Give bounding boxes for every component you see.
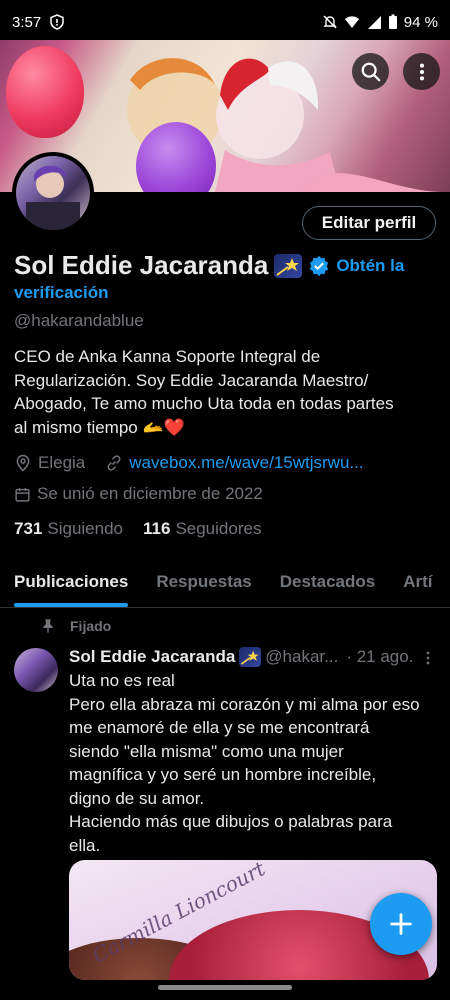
followers-label: Seguidores [175, 519, 262, 538]
post-author-handle[interactable]: @hakar... [265, 647, 338, 667]
profile-tabs: Publicaciones Respuestas Destacados Artí [0, 560, 450, 608]
pinned-label: Fijado [70, 618, 112, 634]
shooting-star-emoji-icon [239, 647, 262, 667]
plus-icon [390, 913, 412, 935]
profile-avatar[interactable] [12, 152, 94, 234]
more-vertical-icon[interactable] [418, 648, 438, 668]
bio-emojis: 🫴❤️ [142, 417, 185, 437]
verified-badge-icon[interactable] [308, 255, 330, 277]
calendar-icon [15, 487, 30, 502]
profile-handle: @hakarandablue [14, 311, 144, 330]
get-verified-link-cont[interactable]: verificación [14, 283, 109, 303]
avatar-image [16, 156, 90, 230]
tab-destacados[interactable]: Destacados [266, 560, 389, 607]
compose-post-button[interactable] [370, 893, 432, 955]
post-author-avatar[interactable] [14, 648, 58, 692]
more-options-button[interactable] [403, 53, 440, 90]
pin-icon [43, 619, 53, 633]
home-indicator[interactable] [158, 985, 292, 990]
more-vertical-icon [419, 63, 424, 80]
mute-bell-icon [323, 15, 337, 29]
following-label: Siguiendo [47, 519, 123, 538]
search-icon [361, 62, 380, 81]
display-name: Sol Eddie Jacaranda [14, 250, 269, 280]
profile-meta-row: Elegia wavebox.me/wave/15wtjsrwu... [14, 453, 364, 473]
profile-website-link[interactable]: wavebox.me/wave/15wtjsrwu... [129, 453, 363, 473]
profile-joined-row: Se unió en diciembre de 2022 [14, 484, 263, 504]
post-header: Sol Eddie Jacaranda @hakar... · 21 ago. [69, 647, 413, 667]
pinned-indicator: Fijado [40, 618, 111, 634]
location-pin-icon [16, 454, 30, 472]
post-author-name[interactable]: Sol Eddie Jacaranda [69, 647, 235, 667]
shooting-star-emoji-icon [274, 253, 303, 278]
get-verified-link[interactable]: Obtén la [336, 256, 404, 276]
search-button[interactable] [352, 53, 389, 90]
tab-respuestas[interactable]: Respuestas [142, 560, 265, 607]
bio-text: CEO de Anka Kanna Soporte Integral de Re… [14, 347, 394, 437]
signal-icon [367, 16, 381, 29]
wifi-icon [344, 16, 359, 28]
post-text: Uta no es real Pero ella abraza mi coraz… [69, 671, 420, 855]
tab-articulos[interactable]: Artí [389, 560, 446, 607]
status-bar: 3:57 94 % [0, 0, 450, 44]
post-date[interactable]: · 21 ago. [346, 647, 413, 667]
battery-icon [388, 14, 397, 29]
alert-shield-icon [50, 14, 64, 30]
red-balloon-decoration [6, 46, 84, 138]
followers-count: 116 [143, 519, 171, 538]
profile-joined-date: Se unió en diciembre de 2022 [37, 484, 263, 503]
follow-stats: 731 Siguiendo 116 Seguidores [14, 519, 261, 539]
battery-percent: 94 % [403, 13, 438, 31]
profile-location: Elegia [38, 453, 86, 472]
edit-profile-button[interactable]: Editar perfil [302, 206, 436, 240]
profile-bio: CEO de Anka Kanna Soporte Integral de Re… [14, 345, 434, 439]
profile-name-row: Sol Eddie Jacaranda Obtén la [14, 250, 404, 281]
followers-link[interactable]: 116 Seguidores [143, 519, 261, 539]
status-time: 3:57 [12, 13, 42, 31]
following-link[interactable]: 731 Siguiendo [14, 519, 123, 539]
tab-publicaciones[interactable]: Publicaciones [0, 560, 142, 607]
following-count: 731 [14, 519, 43, 538]
link-icon [107, 455, 121, 471]
